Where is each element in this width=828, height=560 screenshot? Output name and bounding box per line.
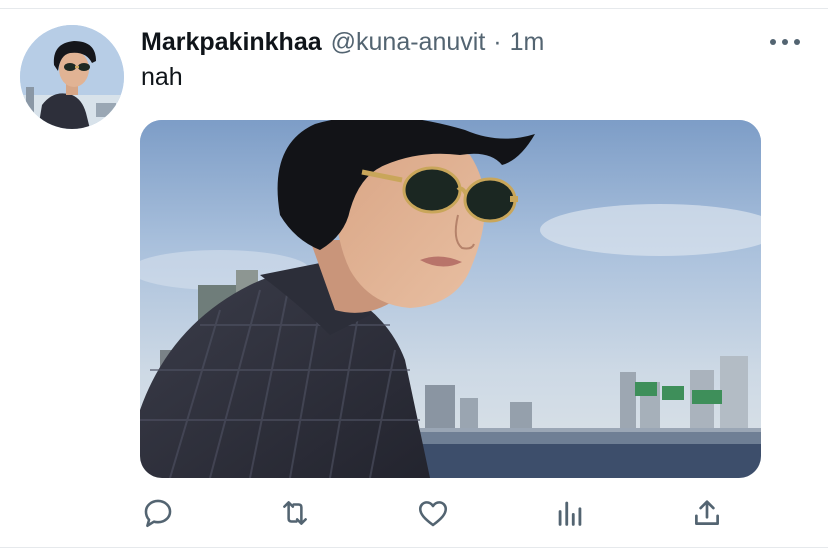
- more-options-button[interactable]: [770, 31, 800, 53]
- separator-dot: ·: [493, 27, 502, 56]
- bottom-divider: [0, 547, 828, 548]
- tweet-actions: [140, 493, 740, 533]
- share-button[interactable]: [687, 493, 727, 533]
- user-handle[interactable]: @kuna-anuvit: [331, 28, 486, 57]
- heart-icon: [418, 501, 448, 527]
- tweet-header: Markpakinkhaa @kuna-anuvit · 1m: [141, 25, 808, 59]
- share-upload-icon: [695, 500, 719, 525]
- more-horizontal-icon: [770, 39, 776, 45]
- analytics-button[interactable]: [550, 493, 590, 533]
- reply-bubble-icon: [144, 499, 172, 528]
- tweet-text: nah: [141, 63, 183, 91]
- display-name[interactable]: Markpakinkhaa: [141, 28, 322, 57]
- bar-chart-icon: [558, 501, 582, 526]
- timestamp[interactable]: 1m: [510, 28, 545, 57]
- avatar[interactable]: [20, 25, 124, 129]
- reply-button[interactable]: [138, 493, 178, 533]
- tweet-media-photo[interactable]: [140, 120, 761, 478]
- retweet-arrows-icon: [283, 501, 307, 525]
- more-horizontal-icon-dot: [782, 39, 788, 45]
- more-horizontal-icon-dot: [794, 39, 800, 45]
- tweet[interactable]: Markpakinkhaa @kuna-anuvit · 1m nah: [0, 9, 828, 547]
- retweet-button[interactable]: [275, 493, 315, 533]
- like-button[interactable]: [413, 493, 453, 533]
